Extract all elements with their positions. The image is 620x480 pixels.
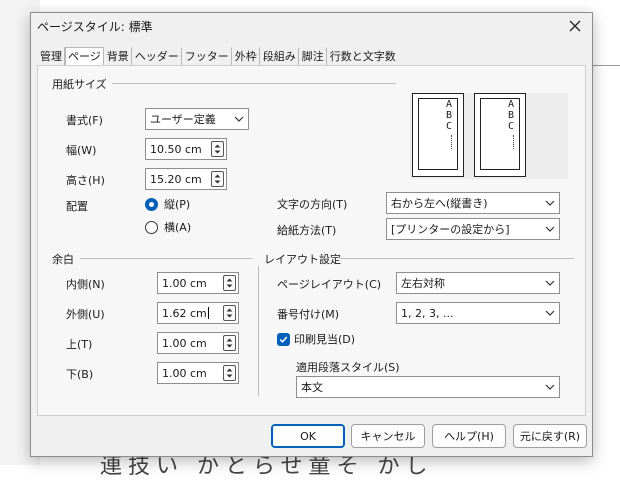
spin-arrows-icon — [226, 338, 233, 348]
page-style-dialog: ページスタイル: 標準 管理 ページ 背景 ヘッダー フッター 外枠 段組み 脚… — [30, 12, 593, 457]
chevron-down-icon — [545, 280, 555, 286]
spin-arrows-icon — [226, 368, 233, 378]
margins-title: 余白 — [52, 253, 74, 266]
portrait-radio[interactable]: 縦(P) — [145, 196, 190, 212]
page-layout-label: ページレイアウト(C) — [277, 278, 382, 291]
bottom-margin-stepper[interactable]: 1.00 cm — [157, 362, 239, 384]
checkbox-checked-icon — [277, 332, 290, 346]
top-margin-stepper[interactable]: 1.00 cm — [157, 332, 239, 354]
dialog-title: ページスタイル: 標準 — [37, 20, 153, 34]
page-layout-value: 左右対称 — [401, 277, 445, 290]
reference-style-select[interactable]: 本文 — [296, 376, 560, 398]
width-label: 幅(W) — [66, 144, 97, 157]
cancel-button[interactable]: キャンセル — [351, 424, 425, 448]
top-margin-label: 上(T) — [66, 338, 93, 351]
text-direction-label: 文字の方向(T) — [277, 198, 348, 211]
outer-margin-stepper[interactable]: 1.62 cm — [157, 302, 239, 324]
height-stepper[interactable]: 15.20 cm — [145, 168, 227, 190]
height-value: 15.20 cm — [150, 172, 202, 186]
chevron-down-icon — [545, 384, 555, 390]
text-cursor — [207, 307, 209, 319]
numbering-value: 1, 2, 3, ... — [401, 306, 454, 320]
inner-margin-value: 1.00 cm — [162, 276, 207, 290]
close-button[interactable] — [562, 14, 588, 38]
width-stepper[interactable]: 10.50 cm — [145, 138, 227, 160]
format-value: ユーザー定義 — [150, 113, 216, 126]
bottom-margin-label: 下(B) — [66, 368, 94, 381]
paper-tray-select[interactable]: [プリンターの設定から] — [386, 218, 560, 240]
register-true-checkbox[interactable]: 印刷見当(D) — [277, 331, 355, 347]
paper-format-divider — [112, 83, 396, 84]
document-rule — [590, 65, 620, 66]
spin-arrows-icon — [226, 308, 233, 318]
tab-footer[interactable]: フッター — [182, 47, 232, 65]
landscape-radio[interactable]: 横(A) — [145, 219, 191, 235]
help-button[interactable]: ヘルプ(H) — [432, 424, 506, 448]
chevron-down-icon — [545, 310, 555, 316]
outer-margin-value: 1.62 cm — [162, 306, 207, 320]
paper-format-title: 用紙サイズ — [52, 78, 107, 91]
height-spin-arrows[interactable] — [211, 171, 224, 187]
paper-tray-label: 給紙方法(T) — [277, 224, 337, 237]
tab-text-grid[interactable]: 行数と文字数 — [327, 47, 399, 65]
spin-arrows-icon — [214, 174, 221, 184]
chevron-down-icon — [545, 226, 555, 232]
margins-divider — [80, 258, 252, 259]
numbering-label: 番号付け(M) — [277, 308, 340, 321]
tab-page[interactable]: ページ — [65, 47, 104, 65]
format-label: 書式(F) — [66, 114, 103, 127]
preview-text-right: ABC — [507, 99, 515, 132]
width-spin-arrows[interactable] — [211, 141, 224, 157]
reset-button[interactable]: 元に戻す(R) — [513, 424, 587, 448]
numbering-select[interactable]: 1, 2, 3, ... — [396, 302, 560, 324]
bottom-margin-value: 1.00 cm — [162, 366, 207, 380]
page-preview: ABC ABC — [410, 93, 568, 179]
layout-settings-divider — [340, 258, 574, 259]
tab-borders[interactable]: 外枠 — [232, 47, 260, 65]
reference-style-label: 適用段落スタイル(S) — [296, 361, 400, 374]
inner-margin-stepper[interactable]: 1.00 cm — [157, 272, 239, 294]
preview-page-right: ABC — [474, 93, 526, 177]
tab-background[interactable]: 背景 — [104, 47, 132, 65]
close-icon — [569, 20, 581, 32]
radio-unchecked-icon — [145, 220, 158, 234]
preview-page-left: ABC — [412, 93, 464, 177]
text-direction-value: 右から左へ(縦書き) — [391, 197, 488, 210]
tab-footnote[interactable]: 脚注 — [299, 47, 327, 65]
layout-settings-title: レイアウト設定 — [264, 253, 341, 266]
tab-bar: 管理 ページ 背景 ヘッダー フッター 外枠 段組み 脚注 行数と文字数 — [37, 47, 399, 65]
outer-spin-arrows[interactable] — [223, 305, 236, 321]
orientation-label: 配置 — [66, 200, 88, 213]
portrait-label: 縦(P) — [164, 198, 191, 211]
tab-header[interactable]: ヘッダー — [132, 47, 182, 65]
format-select[interactable]: ユーザー定義 — [145, 108, 249, 130]
spin-arrows-icon — [214, 144, 221, 154]
spin-arrows-icon — [226, 278, 233, 288]
chevron-down-icon — [234, 116, 244, 122]
radio-checked-icon — [145, 197, 158, 211]
section-divider — [258, 266, 259, 396]
text-direction-select[interactable]: 右から左へ(縦書き) — [386, 192, 560, 214]
preview-text-left: ABC — [445, 99, 453, 132]
ok-button[interactable]: OK — [271, 424, 345, 448]
height-label: 高さ(H) — [66, 174, 105, 187]
bottom-spin-arrows[interactable] — [223, 365, 236, 381]
inner-spin-arrows[interactable] — [223, 275, 236, 291]
register-true-label: 印刷見当(D) — [294, 333, 356, 346]
chevron-down-icon — [545, 200, 555, 206]
page-tab-panel: 用紙サイズ 書式(F) ユーザー定義 幅(W) 10.50 cm 高さ(H) 1… — [37, 65, 586, 416]
inner-margin-label: 内側(N) — [66, 278, 105, 291]
tab-columns[interactable]: 段組み — [260, 47, 299, 65]
width-value: 10.50 cm — [150, 142, 202, 156]
outer-margin-label: 外側(U) — [66, 308, 105, 321]
title-bar: ページスタイル: 標準 — [31, 13, 592, 41]
tab-organizer[interactable]: 管理 — [37, 47, 65, 65]
landscape-label: 横(A) — [164, 221, 192, 234]
top-margin-value: 1.00 cm — [162, 336, 207, 350]
reference-style-value: 本文 — [301, 381, 323, 394]
top-spin-arrows[interactable] — [223, 335, 236, 351]
paper-tray-value: [プリンターの設定から] — [391, 223, 510, 236]
page-layout-select[interactable]: 左右対称 — [396, 272, 560, 294]
